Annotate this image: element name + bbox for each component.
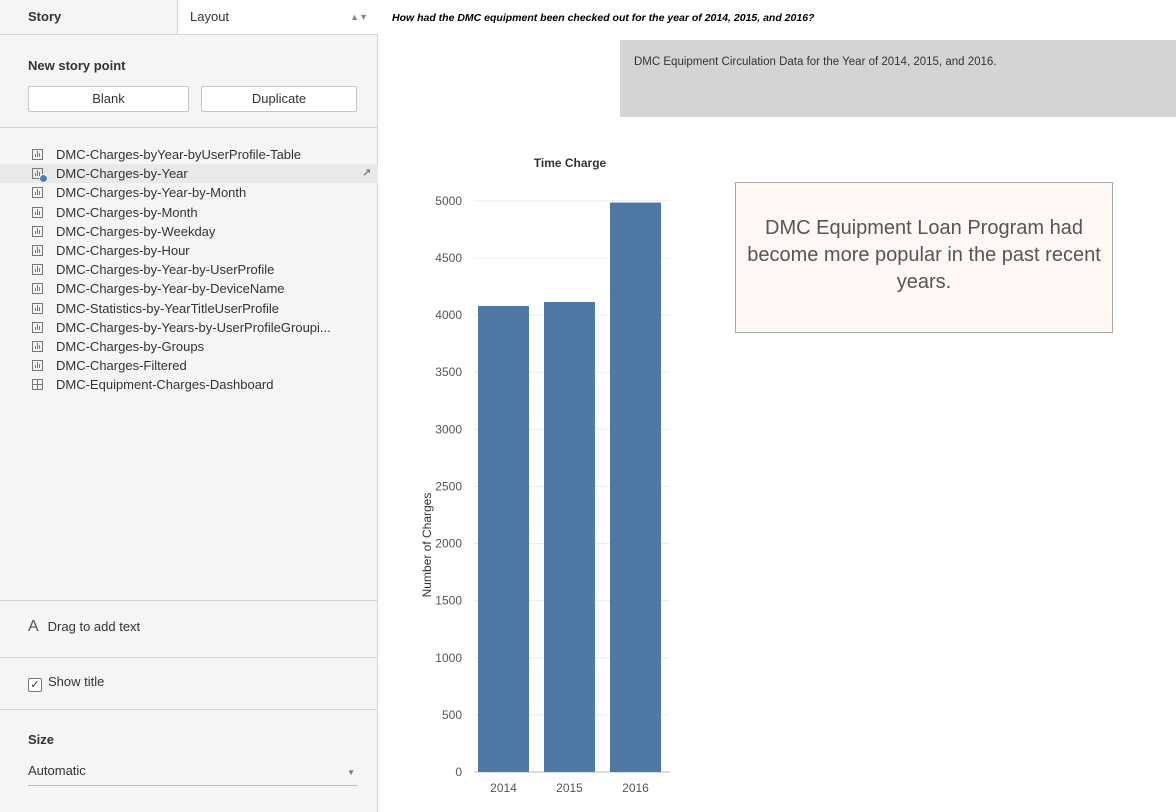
sheet-item[interactable]: DMC-Charges-by-Year-by-DeviceName <box>0 279 378 298</box>
story-title: How had the DMC equipment been checked o… <box>392 12 815 24</box>
y-tick-label: 3000 <box>435 422 462 436</box>
sheet-item[interactable]: DMC-Charges-byYear-byUserProfile-Table <box>0 145 378 164</box>
divider <box>0 709 378 710</box>
sheet-label: DMC-Charges-by-Month <box>56 204 198 220</box>
sheet-list: DMC-Charges-byYear-byUserProfile-Table D… <box>0 145 378 394</box>
new-story-point-heading: New story point <box>28 58 126 73</box>
y-tick-label: 2000 <box>435 537 462 551</box>
checkmark-icon: ✓ <box>28 678 42 692</box>
size-heading: Size <box>28 732 55 747</box>
x-axis-ticks: 2014 2015 2016 <box>490 781 649 795</box>
sheet-label: DMC-Charges-by-Year-by-UserProfile <box>56 262 275 278</box>
size-dropdown[interactable]: Automatic ▼ <box>28 763 357 786</box>
sheet-label: DMC-Charges-by-Hour <box>56 242 190 258</box>
worksheet-icon <box>32 149 43 160</box>
sheet-item[interactable]: DMC-Charges-Filtered <box>0 356 378 375</box>
bar-2015[interactable] <box>544 301 595 772</box>
dashboard-icon <box>32 379 43 391</box>
worksheet-icon <box>32 244 43 256</box>
drag-to-add-text[interactable]: A Drag to add text <box>28 618 140 636</box>
sheet-item[interactable]: DMC-Charges-by-Hour <box>0 241 378 260</box>
duplicate-button[interactable]: Duplicate <box>201 86 357 112</box>
y-tick-label: 2500 <box>435 479 462 493</box>
x-tick-label: 2016 <box>622 781 649 795</box>
sidebar-tabs: Story Layout ▲▼ <box>0 0 378 35</box>
sheet-item[interactable]: DMC-Charges-by-Years-by-UserProfileGroup… <box>0 318 378 337</box>
blank-button[interactable]: Blank <box>28 86 189 112</box>
x-tick-label: 2015 <box>556 781 583 795</box>
updown-chevron-icon: ▲▼ <box>350 12 368 22</box>
sheet-label: DMC-Charges-by-Groups <box>56 338 205 354</box>
size-value: Automatic <box>28 763 86 778</box>
worksheet-icon <box>32 206 43 218</box>
sheet-label: DMC-Charges-by-Year-by-DeviceName <box>56 281 285 297</box>
sheet-label: DMC-Charges-by-Years-by-UserProfileGroup… <box>56 319 331 335</box>
sheet-label: DMC-Charges-by-Year-by-Month <box>56 185 247 201</box>
y-axis-label: Number of Charges <box>420 493 434 598</box>
x-tick-label: 2014 <box>490 781 517 795</box>
show-title-checkbox[interactable]: ✓ Show title <box>28 674 104 692</box>
y-tick-label: 5000 <box>435 194 462 208</box>
worksheet-icon <box>32 302 43 314</box>
y-tick-label: 500 <box>442 708 462 722</box>
y-tick-label: 4000 <box>435 308 462 322</box>
sheet-label: DMC-Charges-Filtered <box>56 358 187 374</box>
y-tick-label: 4500 <box>435 251 462 265</box>
story-point-caption[interactable]: DMC Equipment Circulation Data for the Y… <box>620 40 1176 117</box>
y-tick-label: 1500 <box>435 594 462 608</box>
sheet-label: DMC-Charges-byYear-byUserProfile-Table <box>56 147 302 162</box>
divider <box>0 657 378 658</box>
sheet-label: DMC-Charges-by-Weekday <box>56 223 216 239</box>
y-tick-label: 0 <box>455 765 462 779</box>
chart-title: Time Charge <box>534 156 607 170</box>
sheet-item[interactable]: DMC-Charges-by-Year-by-UserProfile <box>0 260 378 279</box>
sheet-item-selected[interactable]: DMC-Charges-by-Year ↗ <box>0 164 378 184</box>
sheet-label: DMC-Charges-by-Year <box>56 166 188 182</box>
sheet-item[interactable]: DMC-Charges-by-Weekday <box>0 222 378 241</box>
bars <box>478 202 661 773</box>
worksheet-icon <box>32 360 43 372</box>
worksheet-icon <box>32 264 43 276</box>
y-tick-label: 3500 <box>435 365 462 379</box>
worksheet-icon <box>32 321 43 333</box>
sheet-item[interactable]: DMC-Statistics-by-YearTitleUserProfile <box>0 299 378 318</box>
sheet-item[interactable]: DMC-Equipment-Charges-Dashboard <box>0 375 378 394</box>
text-object-icon: A <box>28 618 39 635</box>
tab-layout[interactable]: Layout ▲▼ <box>178 0 378 34</box>
y-tick-label: 1000 <box>435 651 462 665</box>
drag-text-label: Drag to add text <box>47 619 141 634</box>
worksheet-icon <box>32 340 43 352</box>
bar-2014[interactable] <box>478 305 529 772</box>
worksheet-icon <box>32 187 43 199</box>
dropdown-caret-icon: ▼ <box>347 768 355 777</box>
story-annotation[interactable]: DMC Equipment Loan Program had become mo… <box>735 182 1113 333</box>
y-axis-ticks: 0 500 1000 1500 2000 2500 3000 3500 4000 4500 5000 <box>435 194 462 779</box>
story-sidebar: Story Layout ▲▼ New story point Blank Du… <box>0 0 378 812</box>
worksheet-icon <box>32 225 43 237</box>
sheet-item[interactable]: DMC-Charges-by-Month <box>0 203 378 222</box>
time-charge-bar-chart: Time Charge Number of Charges 0 500 1000 15… <box>420 156 670 795</box>
divider <box>0 127 378 128</box>
bar-2016[interactable] <box>610 202 661 773</box>
current-story-point-badge-icon <box>39 174 48 184</box>
sheet-item[interactable]: DMC-Charges-by-Groups <box>0 337 378 356</box>
go-to-sheet-icon[interactable]: ↗ <box>362 164 371 183</box>
tab-layout-label: Layout <box>190 9 230 24</box>
tab-story[interactable]: Story <box>0 0 178 34</box>
show-title-label: Show title <box>48 674 105 689</box>
sheet-item[interactable]: DMC-Charges-by-Year-by-Month <box>0 183 378 202</box>
sheet-label: DMC-Equipment-Charges-Dashboard <box>56 377 274 393</box>
divider <box>0 600 378 601</box>
sheet-label: DMC-Statistics-by-YearTitleUserProfile <box>56 300 279 316</box>
worksheet-icon <box>32 283 43 295</box>
